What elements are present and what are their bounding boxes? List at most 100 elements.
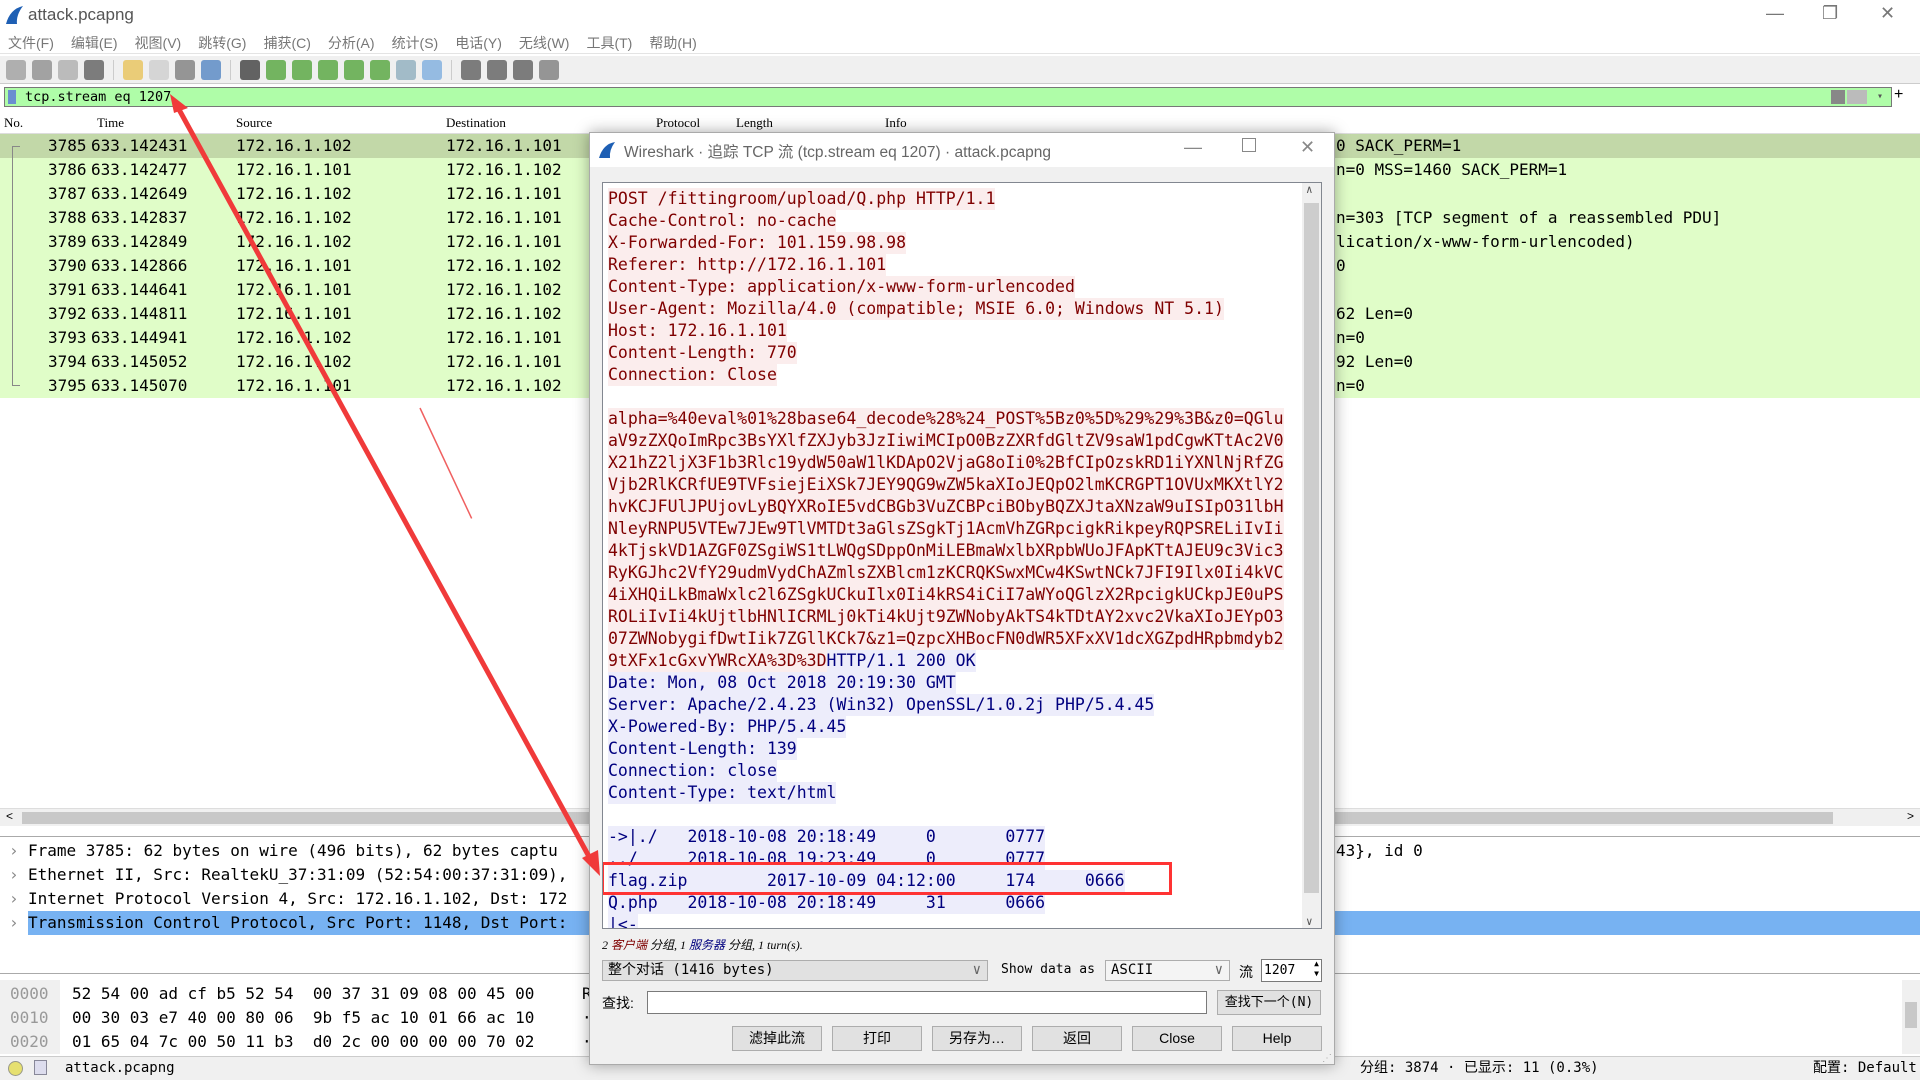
stream-line: ROLiIvIi4kUjtlbHNlICRMLj0kTi4kUjt9ZWNoby… [608,606,1284,628]
expand-chevron-icon[interactable]: › [9,863,19,887]
packet-time: 633.142477 [91,160,188,179]
dialog-close-button[interactable]: ✕ [1300,137,1315,158]
column-header-no[interactable]: No. [4,115,23,131]
bookmark-icon[interactable] [8,90,16,104]
chevron-down-icon: ∨ [972,962,981,978]
dialog-maximize-button[interactable] [1242,138,1256,152]
last-packet-icon[interactable] [370,59,390,80]
minimize-button[interactable]: — [1766,3,1784,24]
show-data-as-select[interactable]: ASCII ∨ [1105,960,1230,981]
colorize-icon[interactable] [422,59,442,80]
menu-item[interactable]: 编辑(E) [71,32,118,53]
display-filter-input[interactable]: tcp.stream eq 1207 ▾ [4,87,1892,107]
add-filter-button-icon[interactable]: + [1894,86,1903,104]
packet-dst: 172.16.1.101 [446,184,562,203]
stream-vscrollbar[interactable]: ∧ ∨ [1302,183,1321,928]
chevron-down-icon: ∨ [1214,962,1223,978]
detail-row[interactable]: › Transmission Control Protocol, Src Port… [0,911,589,935]
flag-zip-highlight-box [603,862,1172,895]
menu-item[interactable]: 跳转(G) [198,32,246,53]
stream-summary: 2 客户端 分组, 1 服务器 分组, 1 turn(s). [602,936,803,953]
capture-options-icon[interactable] [84,59,104,80]
close-dialog-button[interactable]: Close [1132,1026,1222,1051]
stream-line: 4kTjskVD1AZGF0ZSgiWS1tLWQgSDppOnMiLEBmaW… [608,540,1284,562]
column-header-length[interactable]: Length [736,115,773,131]
client-text: 4kTjskVD1AZGF0ZSgiWS1tLWQgSDppOnMiLEBmaW… [608,540,1284,562]
hex-bytes: 52 54 00 ad cf b5 52 54 00 37 31 09 08 0… [72,984,535,1003]
clear-filter-icon[interactable] [1831,90,1845,104]
expand-chevron-icon[interactable]: › [9,887,19,911]
go-to-packet-icon[interactable] [318,59,338,80]
expand-chevron-icon[interactable]: › [9,911,19,935]
go-back-icon[interactable] [266,59,286,80]
packet-time: 633.144641 [91,280,188,299]
zoom-out-icon[interactable] [487,59,507,80]
spin-arrows-icon[interactable]: ▲ ▼ [1314,959,1319,979]
stream-line: 9tXFx1cGxvYWRcXA%3D%3DHTTP/1.1 200 OK [608,650,1284,672]
stream-content-textarea[interactable]: POST /fittingroom/upload/Q.php HTTP/1.1 C… [602,182,1322,929]
detail-row[interactable]: › Internet Protocol Version 4, Src: 172.1… [0,887,589,911]
packet-time: 633.142866 [91,256,188,275]
column-header-time[interactable]: Time [97,115,124,131]
zoom-in-icon[interactable] [461,59,481,80]
first-packet-icon[interactable] [344,59,364,80]
detail-row[interactable]: › Frame 3785: 62 bytes on wire (496 bits)… [0,839,589,863]
menu-item[interactable]: 工具(T) [586,32,632,53]
server-text: Content-Type: text/html [608,782,837,804]
save-as-button[interactable]: 另存为… [932,1026,1022,1051]
stream-line: RyKGJhc2VfY29udmVydChAZmlsZXBlcm1zKCRQKS… [608,562,1284,584]
find-input[interactable] [647,991,1207,1014]
menu-item[interactable]: 无线(W) [519,32,570,53]
packet-time: 633.142431 [91,136,188,155]
filter-out-stream-button[interactable]: 滤掉此流 [732,1026,822,1051]
restore-button[interactable]: ❐ [1822,3,1838,24]
stream-number-spinbox[interactable]: 1207 ▲ ▼ [1261,959,1322,982]
restart-capture-icon[interactable] [58,59,78,80]
column-header-destination[interactable]: Destination [446,115,506,131]
status-packets: 分组: 3874 · 已显示: 11 (0.3%) [1360,1060,1599,1076]
go-forward-icon[interactable] [292,59,312,80]
menu-item[interactable]: 统计(S) [392,32,439,53]
close-button[interactable]: ✕ [1880,3,1895,24]
capture-comment-icon[interactable] [34,1060,47,1075]
conversation-select[interactable]: 整个对话 (1416 bytes) ∨ [602,960,988,981]
packet-info: n=0 [1336,328,1365,347]
open-file-icon[interactable] [123,59,143,80]
packet-info: lication/x-www-form-urlencoded) [1336,232,1635,251]
menu-item[interactable]: 视图(V) [135,32,182,53]
help-button[interactable]: Help [1232,1026,1322,1051]
back-button[interactable]: 返回 [1032,1026,1122,1051]
menu-item[interactable]: 帮助(H) [649,32,696,53]
menu-item[interactable]: 捕获(C) [263,32,310,53]
print-button[interactable]: 打印 [832,1026,922,1051]
zoom-normal-icon[interactable] [513,59,533,80]
dialog-minimize-button[interactable]: — [1184,137,1202,158]
packet-no: 3786 [48,160,87,179]
resize-grip-icon[interactable]: ⋰ [1322,1053,1332,1064]
column-header-source[interactable]: Source [236,115,272,131]
find-next-button[interactable]: 查找下一个(N) [1217,990,1321,1015]
column-header-info[interactable]: Info [885,115,907,131]
menu-item[interactable]: 分析(A) [328,32,375,53]
save-file-icon[interactable] [149,59,169,80]
reload-icon[interactable] [201,59,221,80]
menu-item[interactable]: 文件(F) [8,32,54,53]
stream-line: Q.php 2018-10-08 20:18:49 31 0666 [608,892,1284,914]
find-packet-icon[interactable] [240,59,260,80]
filter-dropdown-icon[interactable]: ▾ [1877,88,1883,106]
expand-chevron-icon[interactable]: › [9,839,19,863]
expert-info-icon[interactable] [8,1061,23,1076]
start-capture-icon[interactable] [6,59,26,80]
apply-filter-icon[interactable] [1847,90,1867,104]
resize-columns-icon[interactable] [539,59,559,80]
menu-item[interactable]: 电话(Y) [455,32,502,53]
bytes-vscrollbar[interactable] [1902,980,1920,1054]
close-file-icon[interactable] [175,59,195,80]
column-header-protocol[interactable]: Protocol [656,115,700,131]
stream-line: X-Powered-By: PHP/5.4.45 [608,716,1284,738]
autoscroll-icon[interactable] [396,59,416,80]
stop-capture-icon[interactable] [32,59,52,80]
detail-row[interactable]: › Ethernet II, Src: RealtekU_37:31:09 (52… [0,863,589,887]
packet-time: 633.142837 [91,208,188,227]
status-profile[interactable]: 配置: Default [1813,1057,1917,1079]
